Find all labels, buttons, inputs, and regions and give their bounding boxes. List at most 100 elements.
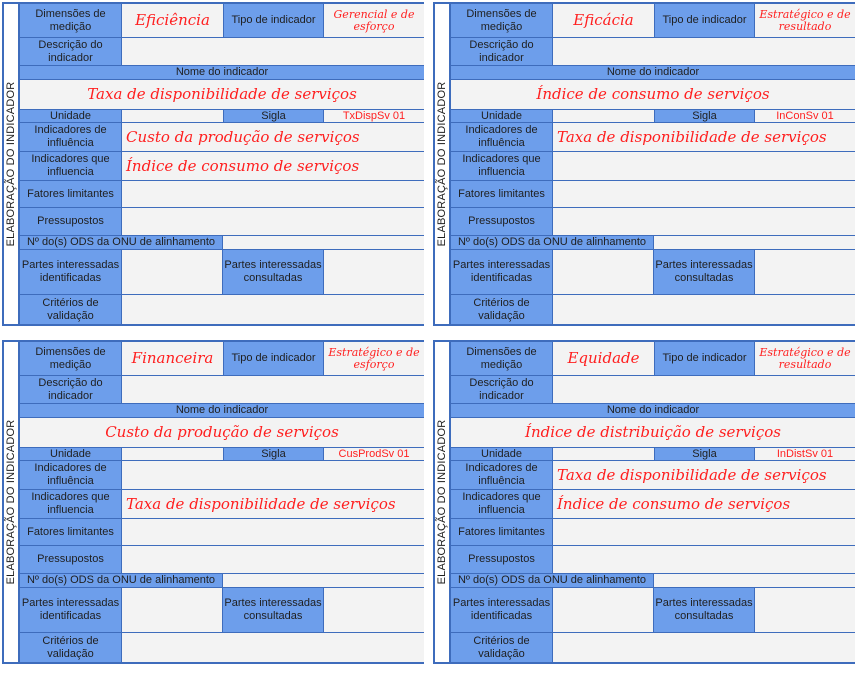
- limiting-factors-value: [122, 181, 424, 208]
- assumptions-label: Pressupostos: [451, 546, 553, 574]
- validation-criteria-value: [553, 295, 855, 324]
- side-title: ELABORAÇÃO DO INDICADOR: [5, 81, 17, 247]
- stakeholders-identified-value: [122, 588, 223, 633]
- assumptions-label: Pressupostos: [20, 546, 122, 574]
- ods-value: [223, 236, 424, 250]
- description-value: [122, 376, 424, 404]
- card-1: ELABORAÇÃO DO INDICADOR Dimensões de med…: [433, 2, 855, 326]
- ods-label: Nº do(s) ODS da ONU de alinhamento: [451, 574, 654, 588]
- influences-value: Índice de consumo de serviços: [553, 490, 855, 519]
- description-label: Descrição do indicador: [20, 38, 122, 66]
- type-value: Estratégico e de esforço: [324, 342, 424, 376]
- stakeholders-consulted-value: [755, 250, 855, 295]
- unit-label: Unidade: [451, 448, 553, 461]
- unit-value: [122, 448, 223, 461]
- side-title-bar: ELABORAÇÃO DO INDICADOR: [435, 342, 451, 662]
- assumptions-value: [553, 208, 855, 236]
- limiting-factors-label: Fatores limitantes: [20, 181, 122, 208]
- name-value: Índice de consumo de serviços: [451, 80, 855, 110]
- influence-value: Taxa de disponibilidade de serviços: [553, 123, 855, 152]
- description-label: Descrição do indicador: [20, 376, 122, 404]
- influences-value: Taxa de disponibilidade de serviços: [122, 490, 424, 519]
- acronym-value: CusProdSv 01: [324, 448, 424, 461]
- limiting-factors-label: Fatores limitantes: [451, 181, 553, 208]
- unit-value: [553, 448, 654, 461]
- ods-value: [654, 236, 855, 250]
- description-label: Descrição do indicador: [451, 376, 553, 404]
- unit-value: [122, 110, 223, 123]
- ods-value: [223, 574, 424, 588]
- dimension-label: Dimensões de medição: [451, 4, 553, 38]
- card-0: ELABORAÇÃO DO INDICADOR Dimensões de med…: [2, 2, 424, 326]
- stakeholders-identified-label: Partes interessadas identificadas: [20, 588, 122, 633]
- ods-value: [654, 574, 855, 588]
- limiting-factors-label: Fatores limitantes: [20, 519, 122, 546]
- side-title-bar: ELABORAÇÃO DO INDICADOR: [4, 342, 20, 662]
- acronym-value: TxDispSv 01: [324, 110, 424, 123]
- description-value: [553, 38, 855, 66]
- validation-criteria-value: [122, 633, 424, 662]
- stakeholders-consulted-value: [755, 588, 855, 633]
- indicator-grid: Dimensões de medição Eficiência Tipo de …: [20, 4, 424, 324]
- side-title-bar: ELABORAÇÃO DO INDICADOR: [4, 4, 20, 324]
- ods-label: Nº do(s) ODS da ONU de alinhamento: [20, 574, 223, 588]
- name-value: Taxa de disponibilidade de serviços: [20, 80, 424, 110]
- dimension-value: Financeira: [122, 342, 223, 376]
- influences-label: Indicadores que influencia: [20, 490, 122, 519]
- acronym-label: Sigla: [223, 110, 324, 123]
- validation-criteria-label: Critérios de validação: [451, 633, 553, 662]
- type-label: Tipo de indicador: [654, 342, 755, 376]
- dimension-value: Eficácia: [553, 4, 654, 38]
- dimension-value: Equidade: [553, 342, 654, 376]
- acronym-label: Sigla: [654, 110, 755, 123]
- type-value: Estratégico e de resultado: [755, 4, 855, 38]
- limiting-factors-label: Fatores limitantes: [451, 519, 553, 546]
- influences-label: Indicadores que influencia: [20, 152, 122, 181]
- card-2: ELABORAÇÃO DO INDICADOR Dimensões de med…: [2, 340, 424, 664]
- side-title: ELABORAÇÃO DO INDICADOR: [436, 419, 448, 585]
- influence-label: Indicadores de influência: [20, 123, 122, 152]
- acronym-label: Sigla: [654, 448, 755, 461]
- type-label: Tipo de indicador: [223, 342, 324, 376]
- validation-criteria-label: Critérios de validação: [20, 633, 122, 662]
- limiting-factors-value: [122, 519, 424, 546]
- influences-value: Índice de consumo de serviços: [122, 152, 424, 181]
- assumptions-value: [553, 546, 855, 574]
- name-label: Nome do indicador: [20, 404, 424, 418]
- stakeholders-identified-label: Partes interessadas identificadas: [451, 250, 553, 295]
- influence-value: Custo da produção de serviços: [122, 123, 424, 152]
- dimension-value: Eficiência: [122, 4, 223, 38]
- stakeholders-identified-label: Partes interessadas identificadas: [451, 588, 553, 633]
- unit-label: Unidade: [20, 110, 122, 123]
- stakeholders-consulted-label: Partes interessadas consultadas: [654, 588, 755, 633]
- name-value: Índice de distribuição de serviços: [451, 418, 855, 448]
- side-title: ELABORAÇÃO DO INDICADOR: [436, 81, 448, 247]
- type-value: Gerencial e de esforço: [324, 4, 424, 38]
- unit-label: Unidade: [451, 110, 553, 123]
- stakeholders-consulted-value: [324, 588, 424, 633]
- stakeholders-consulted-value: [324, 250, 424, 295]
- description-value: [122, 38, 424, 66]
- ods-label: Nº do(s) ODS da ONU de alinhamento: [20, 236, 223, 250]
- validation-criteria-label: Critérios de validação: [20, 295, 122, 324]
- acronym-value: InDistSv 01: [755, 448, 855, 461]
- dimension-label: Dimensões de medição: [451, 342, 553, 376]
- acronym-value: InConSv 01: [755, 110, 855, 123]
- stakeholders-identified-value: [553, 588, 654, 633]
- assumptions-value: [122, 546, 424, 574]
- influences-label: Indicadores que influencia: [451, 152, 553, 181]
- description-label: Descrição do indicador: [451, 38, 553, 66]
- name-value: Custo da produção de serviços: [20, 418, 424, 448]
- validation-criteria-label: Critérios de validação: [451, 295, 553, 324]
- influences-value: [553, 152, 855, 181]
- assumptions-label: Pressupostos: [20, 208, 122, 236]
- assumptions-value: [122, 208, 424, 236]
- dimension-label: Dimensões de medição: [20, 342, 122, 376]
- validation-criteria-value: [553, 633, 855, 662]
- indicator-grid: Dimensões de medição Financeira Tipo de …: [20, 342, 424, 662]
- description-value: [553, 376, 855, 404]
- type-label: Tipo de indicador: [654, 4, 755, 38]
- name-label: Nome do indicador: [20, 66, 424, 80]
- indicator-grid: Dimensões de medição Equidade Tipo de in…: [451, 342, 855, 662]
- influence-label: Indicadores de influência: [20, 461, 122, 490]
